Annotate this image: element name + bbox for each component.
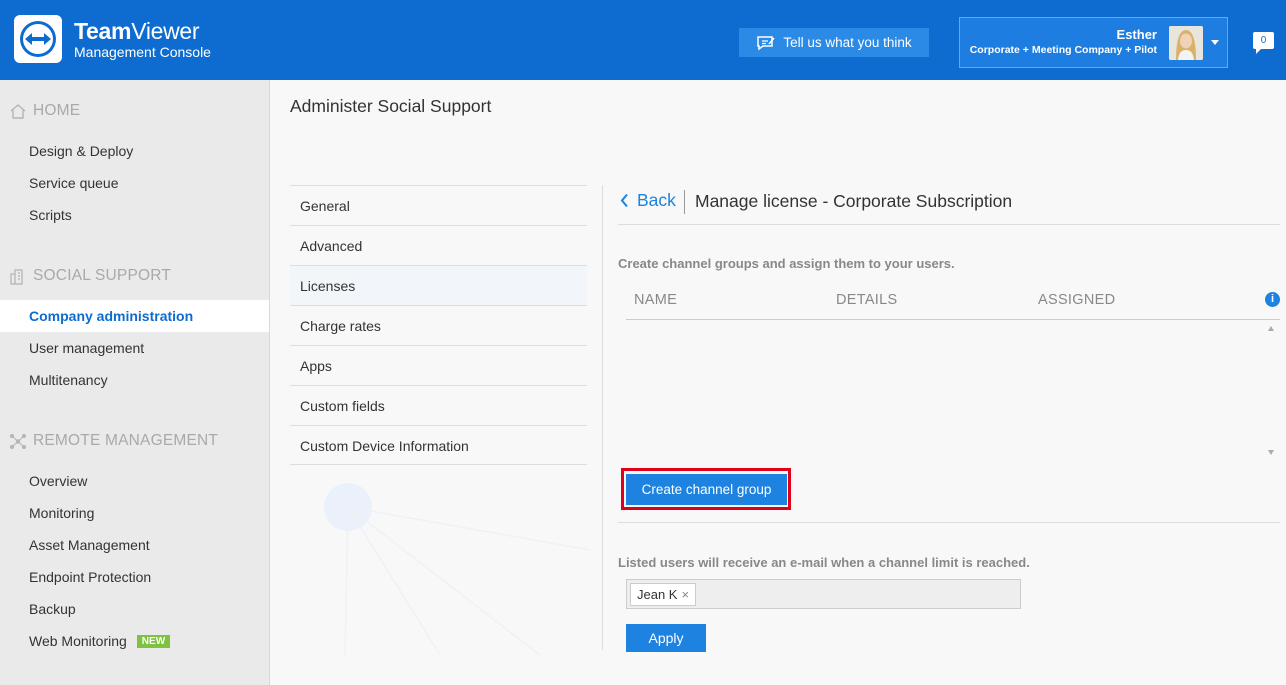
divider — [618, 224, 1280, 225]
column-header-details[interactable]: DETAILS — [836, 292, 897, 308]
sidebar-item-scripts[interactable]: Scripts — [0, 199, 269, 231]
brand-title-bold: Team — [74, 18, 132, 44]
recipient-tag: Jean K × — [630, 583, 697, 606]
sidebar-item-user-management[interactable]: User management — [0, 332, 269, 364]
user-company: Corporate + Meeting Company + Pilot — [969, 44, 1157, 56]
sidebar-item-overview[interactable]: Overview — [0, 465, 269, 497]
teamviewer-logo-icon[interactable] — [14, 15, 62, 63]
tab-custom-fields[interactable]: Custom fields — [290, 385, 587, 425]
sidebar-item-service-queue[interactable]: Service queue — [0, 167, 269, 199]
building-icon — [10, 268, 23, 285]
panel-divider — [602, 185, 603, 650]
channel-groups-table — [626, 320, 1280, 461]
title-separator — [684, 190, 685, 214]
back-button[interactable]: Back — [620, 190, 676, 211]
tab-licenses[interactable]: Licenses — [290, 265, 587, 305]
sidebar-section-label: SOCIAL SUPPORT — [33, 267, 172, 284]
panel-description: Create channel groups and assign them to… — [618, 256, 955, 271]
panel-title: Manage license - Corporate Subscription — [695, 191, 1013, 211]
user-menu[interactable]: Esther Corporate + Meeting Company + Pil… — [959, 17, 1228, 68]
sidebar-section-label: HOME — [33, 102, 81, 119]
sidebar-item-design-deploy[interactable]: Design & Deploy — [0, 135, 269, 167]
sidebar-section-remote-management[interactable]: REMOTE MANAGEMENT — [9, 432, 218, 450]
back-label: Back — [637, 190, 676, 210]
sidebar-item-backup[interactable]: Backup — [0, 593, 269, 625]
sidebar-section-home[interactable]: HOME — [9, 102, 80, 120]
column-header-name[interactable]: NAME — [634, 292, 677, 308]
tab-charge-rates[interactable]: Charge rates — [290, 305, 587, 345]
sidebar-section-label: REMOTE MANAGEMENT — [33, 432, 219, 449]
page-title: Administer Social Support — [290, 96, 492, 116]
settings-nav: General Advanced Licenses Charge rates A… — [290, 185, 587, 465]
sidebar-item-multitenancy[interactable]: Multitenancy — [0, 364, 269, 396]
feedback-label: Tell us what you think — [783, 35, 912, 50]
tab-advanced[interactable]: Advanced — [290, 225, 587, 265]
home-icon — [10, 103, 26, 119]
top-header: TeamViewer Management Console Tell us wh… — [0, 0, 1286, 80]
recipient-name: Jean K — [637, 587, 678, 602]
column-header-assigned[interactable]: ASSIGNED — [1038, 292, 1115, 308]
sidebar: HOME Design & Deploy Service queue Scrip… — [0, 80, 270, 685]
brand-title: TeamViewer — [74, 19, 211, 43]
divider — [618, 522, 1280, 523]
scroll-up-icon[interactable] — [1268, 326, 1274, 331]
brand-title-light: Viewer — [131, 18, 200, 44]
feedback-icon — [757, 35, 775, 50]
apply-button[interactable]: Apply — [626, 624, 706, 652]
sidebar-item-company-administration[interactable]: Company administration — [0, 300, 269, 332]
avatar — [1169, 26, 1203, 60]
sidebar-item-web-monitoring[interactable]: Web Monitoring NEW — [0, 625, 269, 657]
new-badge: NEW — [136, 635, 171, 648]
table-scrollbar[interactable] — [1263, 320, 1280, 461]
remove-recipient-icon[interactable]: × — [681, 584, 689, 605]
brand: TeamViewer Management Console — [74, 19, 211, 61]
create-channel-group-button[interactable]: Create channel group — [626, 474, 787, 505]
scroll-down-icon[interactable] — [1268, 450, 1274, 455]
info-icon[interactable]: i — [1265, 292, 1280, 307]
sidebar-item-asset-management[interactable]: Asset Management — [0, 529, 269, 561]
tab-apps[interactable]: Apps — [290, 345, 587, 385]
notification-badge[interactable]: 0 — [1253, 32, 1274, 54]
user-name: Esther — [1116, 27, 1157, 42]
sidebar-item-endpoint-protection[interactable]: Endpoint Protection — [0, 561, 269, 593]
recipients-input[interactable]: Jean K × — [626, 579, 1021, 609]
feedback-button[interactable]: Tell us what you think — [739, 28, 929, 57]
network-icon — [10, 433, 26, 449]
sidebar-section-social-support[interactable]: SOCIAL SUPPORT — [9, 267, 171, 285]
sidebar-item-label: Web Monitoring — [29, 633, 127, 649]
chevron-down-icon[interactable] — [1211, 40, 1219, 45]
tab-custom-device-information[interactable]: Custom Device Information — [290, 425, 587, 465]
email-notification-note: Listed users will receive an e-mail when… — [618, 555, 1030, 570]
sidebar-item-monitoring[interactable]: Monitoring — [0, 497, 269, 529]
chevron-left-icon — [620, 193, 628, 208]
brand-subtitle: Management Console — [74, 44, 211, 60]
decorative-graphic — [324, 483, 590, 655]
tab-general[interactable]: General — [290, 185, 587, 225]
